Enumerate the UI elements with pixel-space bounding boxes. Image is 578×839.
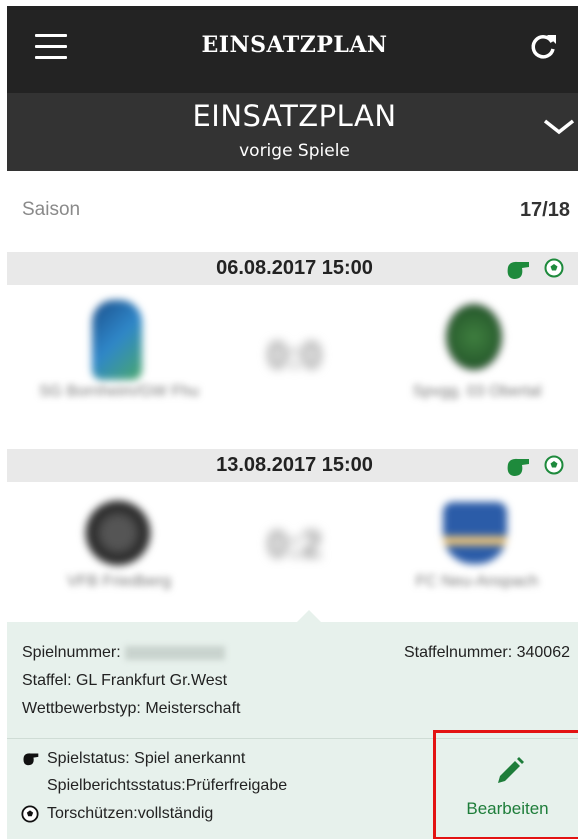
match-details-panel: Spielnummer: Staffelnummer: 340062 Staff… bbox=[7, 610, 578, 839]
season-label: Saison bbox=[22, 199, 81, 220]
season-value: 17/18 bbox=[519, 199, 570, 221]
edit-button[interactable]: Bearbeiten bbox=[433, 730, 578, 839]
match-header[interactable]: 13.08.2017 15:00 bbox=[7, 449, 578, 482]
away-team-name: FC Neu-Anspach bbox=[415, 573, 539, 590]
edit-button-label: Bearbeiten bbox=[466, 799, 549, 818]
details-pointer bbox=[297, 610, 321, 622]
home-team-name: SG Bornheim/GW Fhu bbox=[38, 383, 200, 400]
spielnummer: Spielnummer: bbox=[22, 644, 225, 662]
page-title: EINSATZPLAN bbox=[192, 99, 397, 133]
whistle-icon bbox=[507, 261, 529, 279]
app-title: EINSATZPLAN bbox=[201, 32, 388, 58]
home-team-name: VFB Friedberg bbox=[66, 573, 172, 590]
away-team-logo bbox=[445, 303, 503, 371]
spielstatus: Spielstatus: Spiel anerkannt bbox=[47, 750, 246, 767]
refresh-icon[interactable] bbox=[528, 32, 558, 62]
match-date: 06.08.2017 15:00 bbox=[216, 257, 373, 279]
soccer-ball-icon bbox=[21, 805, 39, 823]
staffel: Staffel: GL Frankfurt Gr.West bbox=[22, 672, 228, 689]
staffelnummer: Staffelnummer: 340062 bbox=[403, 644, 570, 661]
season-row: Saison 17/18 bbox=[7, 171, 578, 249]
page-subtitle: vorige Spiele bbox=[239, 141, 350, 161]
page-header[interactable]: EINSATZPLAN vorige Spiele bbox=[7, 93, 578, 171]
wettbewerbstyp: Wettbewerbstyp: Meisterschaft bbox=[22, 700, 241, 717]
away-team-name: Spvgg. 03 Obertal bbox=[412, 383, 542, 400]
chevron-down-icon[interactable] bbox=[542, 115, 576, 139]
soccer-ball-icon bbox=[544, 455, 564, 475]
pencil-icon bbox=[498, 757, 524, 783]
torschuetzen: Torschützen:vollständig bbox=[47, 805, 214, 822]
match-card[interactable]: SG Bornheim/GW Fhu 0:0 Spvgg. 03 Obertal bbox=[7, 285, 578, 450]
spielnummer-value-redacted bbox=[124, 645, 225, 660]
match-header[interactable]: 06.08.2017 15:00 bbox=[7, 252, 578, 285]
away-team-logo bbox=[443, 502, 507, 564]
app-bar: EINSATZPLAN bbox=[7, 6, 578, 93]
soccer-ball-icon bbox=[544, 258, 564, 278]
match-date: 13.08.2017 15:00 bbox=[216, 454, 373, 476]
spielberichtsstatus: Spielberichtsstatus:Prüferfreigabe bbox=[47, 777, 288, 794]
spielnummer-label: Spielnummer: bbox=[22, 644, 121, 661]
whistle-icon bbox=[507, 458, 529, 476]
whistle-icon bbox=[23, 753, 39, 766]
